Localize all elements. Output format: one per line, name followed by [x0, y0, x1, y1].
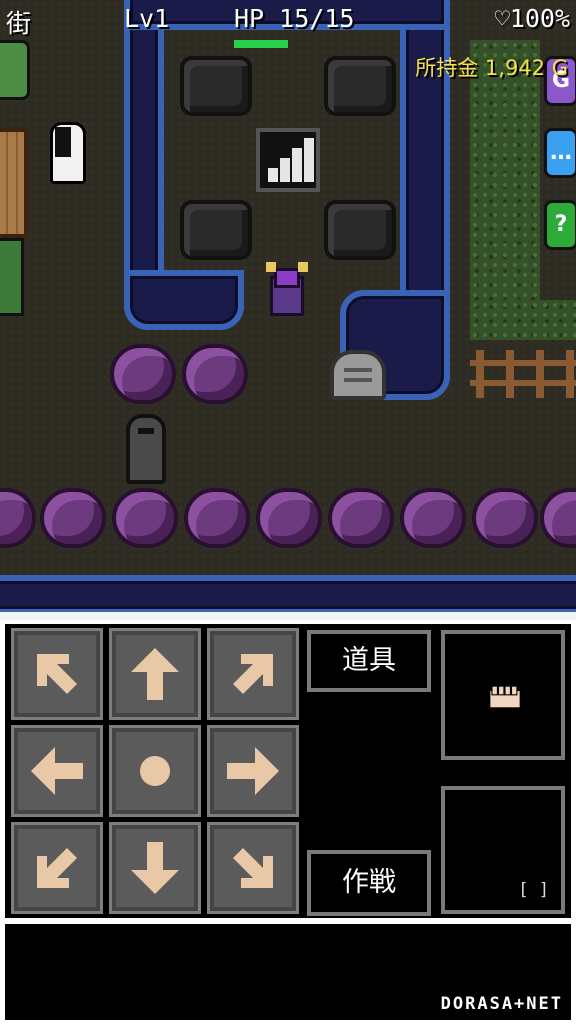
arrow-down-left-icon — [37, 848, 77, 888]
hedge — [470, 40, 540, 340]
move-up-left-button[interactable] — [11, 628, 103, 720]
npc-zombie[interactable] — [0, 40, 30, 100]
game-map[interactable]: G … ? 街 Lv1 HP 15/15 ♡100% 所持金 1,942 G — [0, 0, 576, 612]
control-panel-inner: 道具 作戦 [ ] — [5, 624, 571, 918]
brand-logo: DORASA+NET — [440, 994, 563, 1014]
arrow-down-icon — [131, 842, 179, 894]
move-left-button[interactable] — [11, 725, 103, 817]
shrub — [328, 488, 394, 548]
message-box-inner: DORASA+NET — [5, 924, 571, 1020]
shrub — [256, 488, 322, 548]
water-channel — [124, 270, 244, 330]
hp-display: HP 15/15 — [234, 4, 354, 33]
move-down-left-button[interactable] — [11, 822, 103, 914]
arrow-right-icon — [227, 747, 279, 795]
boulder — [324, 56, 396, 116]
control-panel: 道具 作戦 [ ] — [0, 620, 576, 920]
npc-villager[interactable] — [0, 238, 24, 316]
hp-label: HP — [234, 4, 265, 33]
move-right-button[interactable] — [207, 725, 299, 817]
level-indicator: Lv1 — [124, 4, 170, 33]
move-down-right-button[interactable] — [207, 822, 299, 914]
hp-bar-fill — [234, 40, 288, 48]
arrow-left-icon — [31, 747, 83, 795]
gravestone[interactable] — [330, 350, 386, 400]
gold-display: 所持金 1,942 G — [415, 52, 568, 82]
water-channel — [0, 575, 576, 612]
weapon-slot[interactable] — [441, 630, 565, 760]
shrub — [40, 488, 106, 548]
sub-slot[interactable]: [ ] — [441, 786, 565, 914]
sub-slot-label: [ ] — [518, 880, 549, 900]
dot-icon — [140, 756, 170, 786]
shrub — [184, 488, 250, 548]
divider — [0, 612, 576, 620]
stairs-icon[interactable] — [256, 128, 320, 192]
boulder — [180, 56, 252, 116]
shrub — [472, 488, 538, 548]
hp-bar — [234, 40, 288, 48]
move-down-button[interactable] — [109, 822, 201, 914]
shrub — [110, 344, 176, 404]
arrow-up-icon — [131, 648, 179, 700]
npc-armored-knight[interactable] — [126, 414, 166, 484]
shrub — [112, 488, 178, 548]
wait-button[interactable] — [109, 725, 201, 817]
wooden-crate — [0, 128, 28, 238]
side-icon-chat[interactable]: … — [544, 128, 576, 178]
hp-value: 15/15 — [279, 4, 355, 33]
boulder — [324, 200, 396, 260]
fence — [470, 350, 576, 398]
items-button[interactable]: 道具 — [307, 630, 431, 692]
arrow-down-right-icon — [233, 848, 273, 888]
boulder — [180, 200, 252, 260]
player-character — [262, 262, 312, 320]
shrub — [540, 488, 576, 548]
npc-ghost[interactable] — [50, 122, 86, 184]
gold-value: 1,942 G — [484, 56, 568, 80]
water-channel — [124, 0, 164, 310]
hedge — [470, 300, 576, 340]
move-up-right-button[interactable] — [207, 628, 299, 720]
shrub — [182, 344, 248, 404]
location-name: 街 — [6, 9, 32, 38]
message-box: DORASA+NET — [0, 920, 576, 1024]
side-icon-help[interactable]: ? — [544, 200, 576, 250]
arrow-up-right-icon — [233, 654, 273, 694]
battery-indicator: ♡100% — [494, 4, 570, 33]
arrow-up-left-icon — [37, 654, 77, 694]
gold-label: 所持金 — [415, 56, 479, 80]
move-up-button[interactable] — [109, 628, 201, 720]
shrub — [400, 488, 466, 548]
fist-icon — [489, 685, 521, 709]
tactics-button[interactable]: 作戦 — [307, 850, 431, 916]
shrub — [0, 488, 36, 548]
